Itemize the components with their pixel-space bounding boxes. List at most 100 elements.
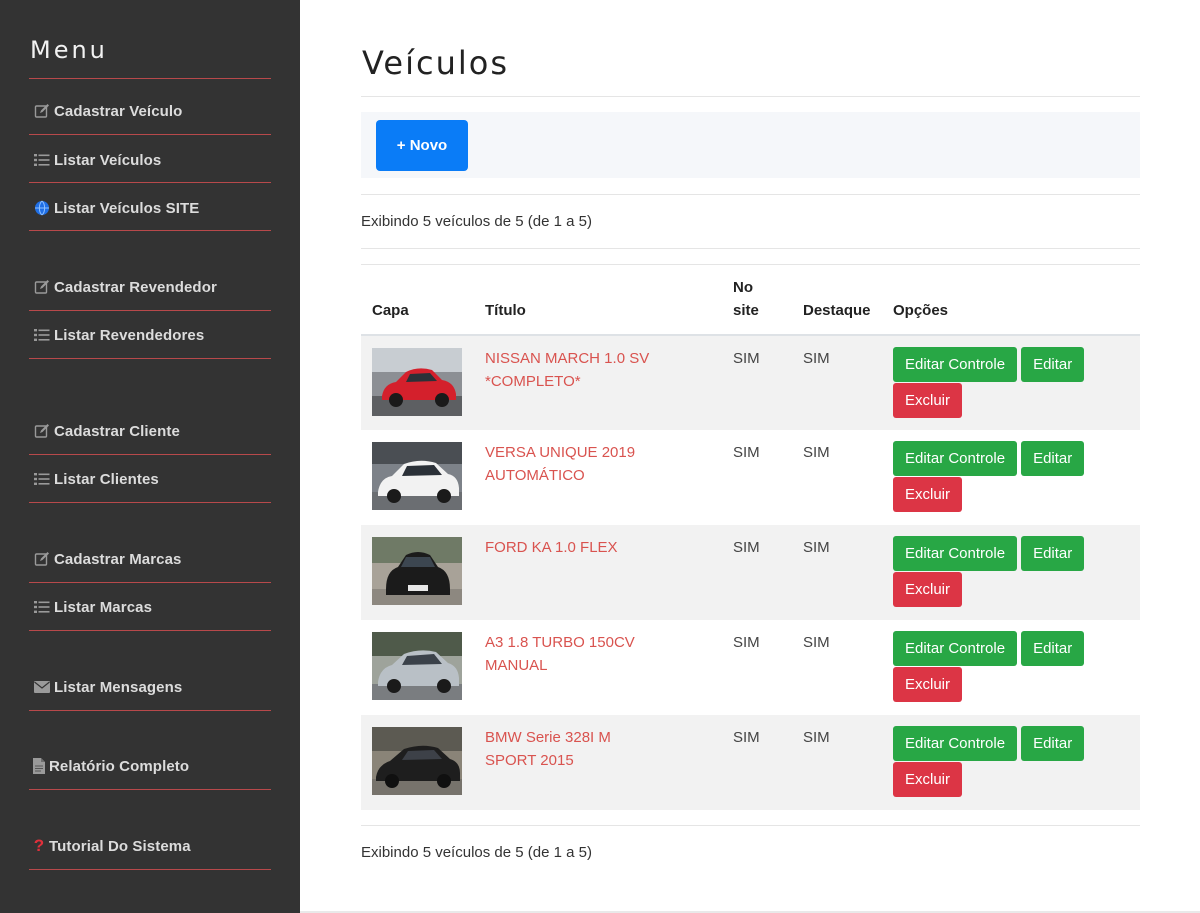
sidebar-item-tutorial[interactable]: ? Tutorial Do Sistema	[33, 834, 191, 858]
new-vehicle-button[interactable]: + Novo	[376, 120, 468, 171]
sidebar-item-relatorio-completo[interactable]: Relatório Completo	[33, 754, 189, 778]
results-count-bottom: Exibindo 5 veículos de 5 (de 1 a 5)	[361, 844, 592, 861]
no-site-cell: SIM	[733, 443, 760, 461]
sidebar-divider	[29, 310, 271, 311]
delete-button[interactable]: Excluir	[893, 476, 963, 512]
edit-button[interactable]: Editar	[1021, 630, 1085, 666]
sidebar-item-label: Listar Mensagens	[54, 678, 183, 696]
sidebar-title: Menu	[30, 36, 108, 64]
title-cell: A3 1.8 TURBO 150CV MANUAL	[474, 620, 722, 715]
globe-icon	[33, 200, 50, 216]
divider	[361, 825, 1140, 826]
title-cell: FORD KA 1.0 FLEX	[474, 524, 722, 620]
sidebar-item-label: Cadastrar Veículo	[54, 102, 183, 120]
edit-icon	[33, 423, 50, 439]
title-cell: VERSA UNIQUE 2019 AUTOMÁTICO	[474, 430, 722, 525]
column-header-opcoes: Opções	[882, 264, 1140, 336]
sidebar-item-cadastrar-marcas[interactable]: Cadastrar Marcas	[33, 547, 182, 571]
sidebar-divider	[29, 630, 271, 631]
cover-cell	[361, 714, 474, 810]
sidebar-item-label: Tutorial Do Sistema	[49, 837, 191, 855]
cover-cell	[361, 620, 474, 715]
toolbar: + Novo	[361, 112, 1140, 178]
options-cell: Editar Controle Editar Excluir	[882, 714, 1140, 810]
sidebar-divider	[29, 502, 271, 503]
table-row: BMW Serie 328I M SPORT 2015 SIM SIM Edit…	[361, 714, 1140, 810]
destaque-cell: SIM	[792, 334, 882, 430]
options-cell: Editar Controle Editar Excluir	[882, 524, 1140, 620]
sidebar: Menu Cadastrar Veículo Listar Veículos L…	[0, 0, 300, 913]
delete-button[interactable]: Excluir	[893, 666, 963, 702]
delete-button[interactable]: Excluir	[893, 761, 963, 797]
delete-button[interactable]: Excluir	[893, 382, 963, 418]
sidebar-item-label: Cadastrar Cliente	[54, 422, 180, 440]
edit-control-button[interactable]: Editar Controle	[893, 535, 1018, 571]
title-divider	[361, 96, 1140, 97]
edit-control-button[interactable]: Editar Controle	[893, 725, 1018, 761]
list-icon	[33, 599, 50, 615]
no-site-cell: SIM	[722, 714, 792, 810]
table-header-row: Capa Título No site Destaque Opções	[361, 264, 1140, 336]
edit-button[interactable]: Editar	[1021, 346, 1085, 382]
vehicle-title-link[interactable]: VERSA UNIQUE 2019 AUTOMÁTICO	[485, 441, 655, 487]
sidebar-item-listar-veiculos-site[interactable]: Listar Veículos SITE	[33, 196, 199, 220]
sidebar-item-listar-marcas[interactable]: Listar Marcas	[33, 595, 152, 619]
delete-button[interactable]: Excluir	[893, 571, 963, 607]
edit-control-button[interactable]: Editar Controle	[893, 440, 1018, 476]
table-row: VERSA UNIQUE 2019 AUTOMÁTICO SIM SIM Edi…	[361, 430, 1140, 525]
sidebar-divider	[29, 230, 271, 231]
cover-cell	[361, 524, 474, 620]
sidebar-item-label: Listar Revendedores	[54, 326, 205, 344]
options-cell: Editar Controle Editar Excluir	[882, 430, 1140, 525]
edit-button[interactable]: Editar	[1021, 440, 1085, 476]
sidebar-item-listar-mensagens[interactable]: Listar Mensagens	[33, 675, 182, 699]
vehicle-thumbnail	[372, 726, 462, 795]
cover-cell	[361, 430, 474, 525]
vehicle-title-link[interactable]: NISSAN MARCH 1.0 SV *COMPLETO*	[485, 347, 655, 393]
sidebar-item-label: Listar Clientes	[54, 470, 159, 488]
no-site-cell: SIM	[733, 633, 760, 651]
list-icon	[33, 471, 50, 487]
edit-button[interactable]: Editar	[1021, 725, 1085, 761]
options-cell: Editar Controle Editar Excluir	[882, 334, 1140, 430]
destaque-cell: SIM	[792, 524, 882, 620]
options-cell: Editar Controle Editar Excluir	[882, 620, 1140, 715]
edit-control-button[interactable]: Editar Controle	[893, 630, 1018, 666]
results-count-top: Exibindo 5 veículos de 5 (de 1 a 5)	[361, 213, 592, 230]
sidebar-item-listar-revendedores[interactable]: Listar Revendedores	[33, 323, 204, 347]
divider	[361, 194, 1140, 195]
no-site-cell: SIM	[722, 524, 792, 620]
main-content: Veículos + Novo Exibindo 5 veículos de 5…	[361, 0, 1140, 913]
edit-button[interactable]: Editar	[1021, 535, 1085, 571]
sidebar-item-label: Listar Marcas	[54, 598, 153, 616]
destaque-cell: SIM	[803, 443, 830, 461]
title-cell: BMW Serie 328I M SPORT 2015	[474, 714, 722, 810]
column-header-destaque: Destaque	[792, 264, 882, 336]
sidebar-divider	[29, 358, 271, 359]
sidebar-divider	[29, 454, 271, 455]
edit-icon	[33, 279, 50, 295]
cover-cell	[361, 334, 474, 430]
sidebar-divider	[29, 789, 271, 790]
destaque-cell: SIM	[792, 714, 882, 810]
sidebar-divider	[29, 78, 271, 79]
vehicle-thumbnail	[372, 536, 462, 605]
sidebar-item-cadastrar-cliente[interactable]: Cadastrar Cliente	[33, 419, 180, 443]
vehicle-thumbnail	[372, 631, 462, 700]
sidebar-item-listar-veiculos[interactable]: Listar Veículos	[33, 148, 161, 172]
sidebar-item-label: Listar Veículos SITE	[54, 199, 200, 217]
vehicle-title-link[interactable]: BMW Serie 328I M SPORT 2015	[485, 726, 655, 772]
sidebar-divider	[29, 869, 271, 870]
sidebar-item-cadastrar-veiculo[interactable]: Cadastrar Veículo	[33, 99, 182, 123]
page-title: Veículos	[362, 44, 509, 82]
sidebar-item-cadastrar-revendedor[interactable]: Cadastrar Revendedor	[33, 275, 217, 299]
vehicle-title-link[interactable]: A3 1.8 TURBO 150CV MANUAL	[485, 631, 655, 677]
question-icon: ?	[33, 836, 45, 855]
table-row: FORD KA 1.0 FLEX SIM SIM Editar Controle…	[361, 524, 1140, 620]
edit-control-button[interactable]: Editar Controle	[893, 346, 1018, 382]
sidebar-item-label: Listar Veículos	[54, 151, 162, 169]
sidebar-divider	[29, 134, 271, 135]
vehicle-title-link[interactable]: FORD KA 1.0 FLEX	[485, 536, 655, 559]
sidebar-item-listar-clientes[interactable]: Listar Clientes	[33, 467, 159, 491]
column-header-capa: Capa	[361, 264, 474, 336]
